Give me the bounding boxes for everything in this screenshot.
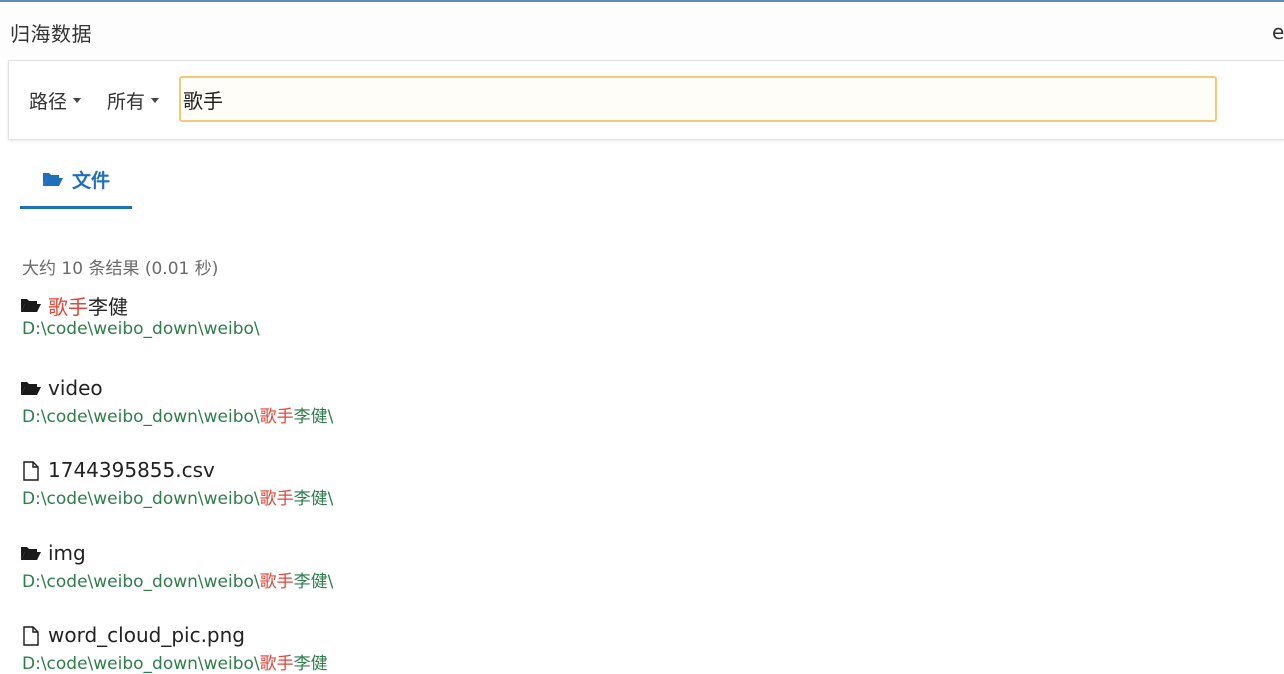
result-path-suffix: 李健\ [293,489,334,509]
file-icon [20,461,42,481]
result-title[interactable]: video [20,375,620,401]
result-path-highlight: 歌手 [259,654,294,674]
result-path-prefix: D:\code\weibo_down\weibo\ [22,654,260,674]
result-title[interactable]: 1744395855.csv [20,457,620,483]
file-icon [20,626,42,646]
result-title[interactable]: word_cloud_pic.png [20,622,620,648]
result-path: D:\code\weibo_down\weibo\歌手李健\ [20,402,620,427]
result-path: D:\code\weibo_down\weibo\歌手李健\ [20,567,620,592]
result-name-rest: video [48,376,103,400]
result-name-highlight: 歌手 [48,294,88,319]
result-path-prefix: D:\code\weibo_down\weibo\ [22,407,260,427]
list-item: 1744395855.csv D:\code\weibo_down\weibo\… [20,457,620,509]
list-item: video D:\code\weibo_down\weibo\歌手李健\ [20,375,620,427]
result-path-highlight: 歌手 [259,407,294,427]
result-path-highlight: 歌手 [259,572,294,592]
result-name: 歌手李健 [48,291,128,320]
result-name: video [48,376,103,400]
list-item: 歌手李健 D:\code\weibo_down\weibo\ [20,292,620,341]
result-name: img [48,541,86,565]
result-name-rest: img [48,541,86,565]
result-title[interactable]: 歌手李健 [20,291,620,320]
result-name-rest: 李健 [88,294,128,319]
result-path-suffix: 李健\ [293,407,334,427]
result-name-rest: 1744395855.csv [48,458,215,482]
folder-open-icon [20,296,42,314]
folder-open-icon [20,379,42,397]
result-title[interactable]: img [20,540,620,566]
folder-open-icon [20,544,42,562]
result-path-prefix: D:\code\weibo_down\weibo\ [22,572,260,592]
result-path-prefix: D:\code\weibo_down\weibo\ [22,319,260,339]
result-name-rest: word_cloud_pic.png [48,623,245,647]
result-path: D:\code\weibo_down\weibo\歌手李健 [20,649,620,674]
list-item: img D:\code\weibo_down\weibo\歌手李健\ [20,540,620,592]
result-path: D:\code\weibo_down\weibo\歌手李健\ [20,484,620,509]
result-list: 歌手李健 D:\code\weibo_down\weibo\ video D:\… [0,0,1284,674]
result-name: word_cloud_pic.png [48,623,245,647]
result-path-highlight: 歌手 [259,489,294,509]
result-path-suffix: 李健 [293,654,328,674]
result-path: D:\code\weibo_down\weibo\ [20,319,620,341]
result-name: 1744395855.csv [48,458,215,482]
result-path-suffix: 李健\ [293,572,334,592]
result-path-prefix: D:\code\weibo_down\weibo\ [22,489,260,509]
